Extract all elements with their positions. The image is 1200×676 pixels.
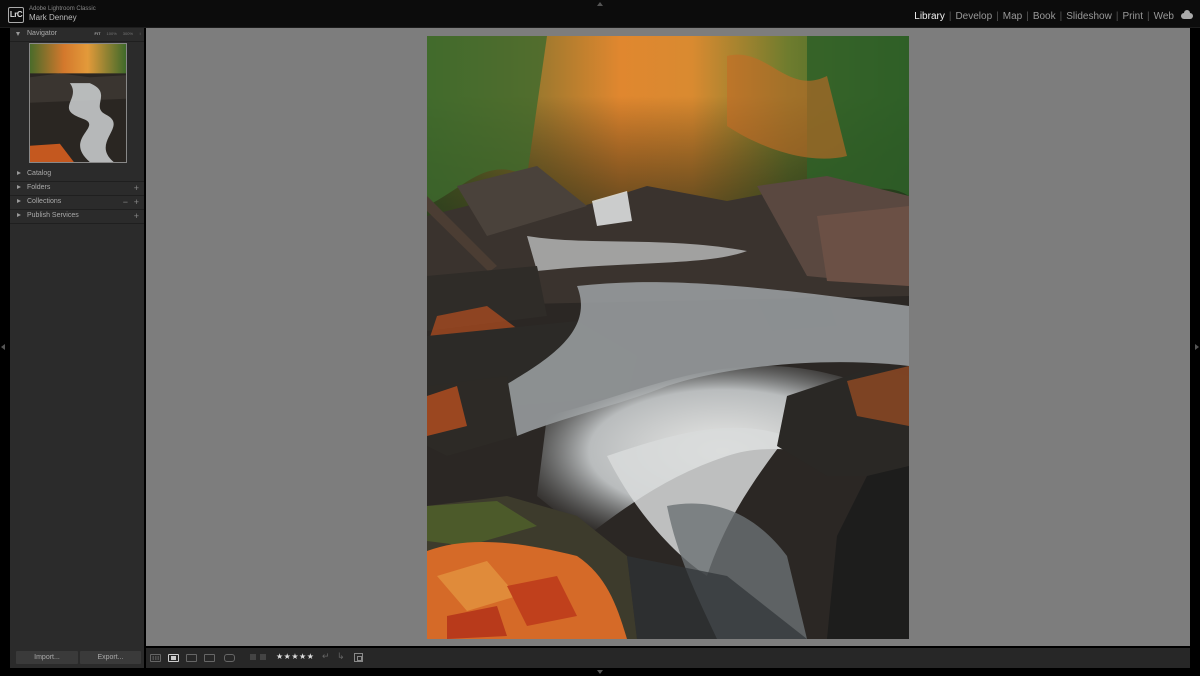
panel-collections-label: Collections bbox=[27, 198, 62, 205]
module-book[interactable]: Book bbox=[1033, 11, 1056, 22]
people-view-icon[interactable] bbox=[224, 654, 235, 662]
panel-publish-services-label: Publish Services bbox=[27, 212, 79, 219]
zoom-100[interactable]: 100% bbox=[107, 31, 117, 36]
navigator-header[interactable]: Navigator FIT 100% 300% ↕ bbox=[10, 28, 144, 42]
module-develop[interactable]: Develop bbox=[955, 11, 992, 22]
left-panel: Navigator FIT 100% 300% ↕ Catalog Folders + bbox=[10, 28, 144, 668]
rotate-right-icon[interactable]: ↳ bbox=[337, 651, 345, 662]
add-publish-service-icon[interactable]: + bbox=[134, 211, 139, 221]
survey-view-icon[interactable] bbox=[204, 654, 215, 662]
main-photo[interactable] bbox=[427, 36, 909, 639]
top-panel-toggle-icon[interactable] bbox=[597, 2, 603, 6]
cloud-sync-icon[interactable] bbox=[1181, 10, 1193, 19]
expand-triangle-icon bbox=[17, 185, 21, 189]
navigator-preview-image bbox=[30, 44, 126, 162]
module-map[interactable]: Map bbox=[1003, 11, 1022, 22]
pick-flag-icon[interactable] bbox=[250, 654, 256, 660]
panel-catalog-label: Catalog bbox=[27, 170, 52, 177]
zoom-fit[interactable]: FIT bbox=[95, 31, 101, 36]
main-photo-image bbox=[427, 36, 909, 639]
panel-collections[interactable]: Collections − + bbox=[10, 196, 144, 210]
reject-flag-icon[interactable] bbox=[260, 654, 266, 660]
export-button[interactable]: Export... bbox=[80, 651, 141, 664]
rotate-left-icon[interactable]: ↵ bbox=[322, 651, 330, 662]
module-picker: Library | Develop | Map | Book | Slideshow | Print… bbox=[914, 11, 1174, 22]
right-panel-toggle-icon[interactable] bbox=[1195, 344, 1199, 350]
left-panel-toggle-icon[interactable] bbox=[1, 344, 5, 350]
compare-view-icon[interactable] bbox=[186, 654, 197, 662]
user-name: Mark Denney bbox=[29, 13, 77, 22]
grid-view-icon[interactable] bbox=[150, 654, 161, 662]
module-slideshow[interactable]: Slideshow bbox=[1066, 11, 1112, 22]
expand-triangle-icon bbox=[17, 199, 21, 203]
panel-folders-label: Folders bbox=[27, 184, 51, 191]
navigator-title: Navigator bbox=[27, 30, 57, 37]
lightroom-logo-icon: LrC bbox=[8, 7, 24, 23]
app-name: Adobe Lightroom Classic bbox=[29, 6, 96, 12]
zoom-300[interactable]: 300% bbox=[123, 31, 133, 36]
module-print[interactable]: Print bbox=[1122, 11, 1143, 22]
expand-triangle-icon bbox=[17, 213, 21, 217]
panel-publish-services[interactable]: Publish Services + bbox=[10, 210, 144, 224]
navigator-zoom-options: FIT 100% 300% ↕ bbox=[89, 31, 141, 36]
module-web[interactable]: Web bbox=[1154, 11, 1174, 22]
loupe-view[interactable] bbox=[146, 28, 1190, 646]
navigator-preview[interactable] bbox=[29, 43, 127, 163]
crop-overlay-icon[interactable] bbox=[354, 653, 363, 662]
star-rating[interactable]: ★★★★★ bbox=[276, 652, 314, 661]
panel-catalog[interactable]: Catalog bbox=[10, 168, 144, 182]
toolbar: ★★★★★ ↵ ↳ bbox=[146, 648, 1190, 668]
zoom-menu[interactable]: ↕ bbox=[139, 31, 141, 36]
module-library[interactable]: Library bbox=[914, 11, 945, 22]
collapse-triangle-icon bbox=[16, 32, 20, 36]
expand-triangle-icon bbox=[17, 171, 21, 175]
import-export-bar: Import... Export... bbox=[10, 651, 144, 665]
add-folder-icon[interactable]: + bbox=[134, 183, 139, 193]
add-collection-icon[interactable]: + bbox=[134, 197, 139, 207]
loupe-view-icon[interactable] bbox=[168, 654, 179, 662]
panel-folders[interactable]: Folders + bbox=[10, 182, 144, 196]
import-button[interactable]: Import... bbox=[16, 651, 78, 664]
remove-collection-icon[interactable]: − bbox=[123, 197, 128, 207]
filmstrip-toggle-icon[interactable] bbox=[597, 670, 603, 674]
identity-plate: LrC Adobe Lightroom Classic Mark Denney … bbox=[0, 0, 1200, 28]
